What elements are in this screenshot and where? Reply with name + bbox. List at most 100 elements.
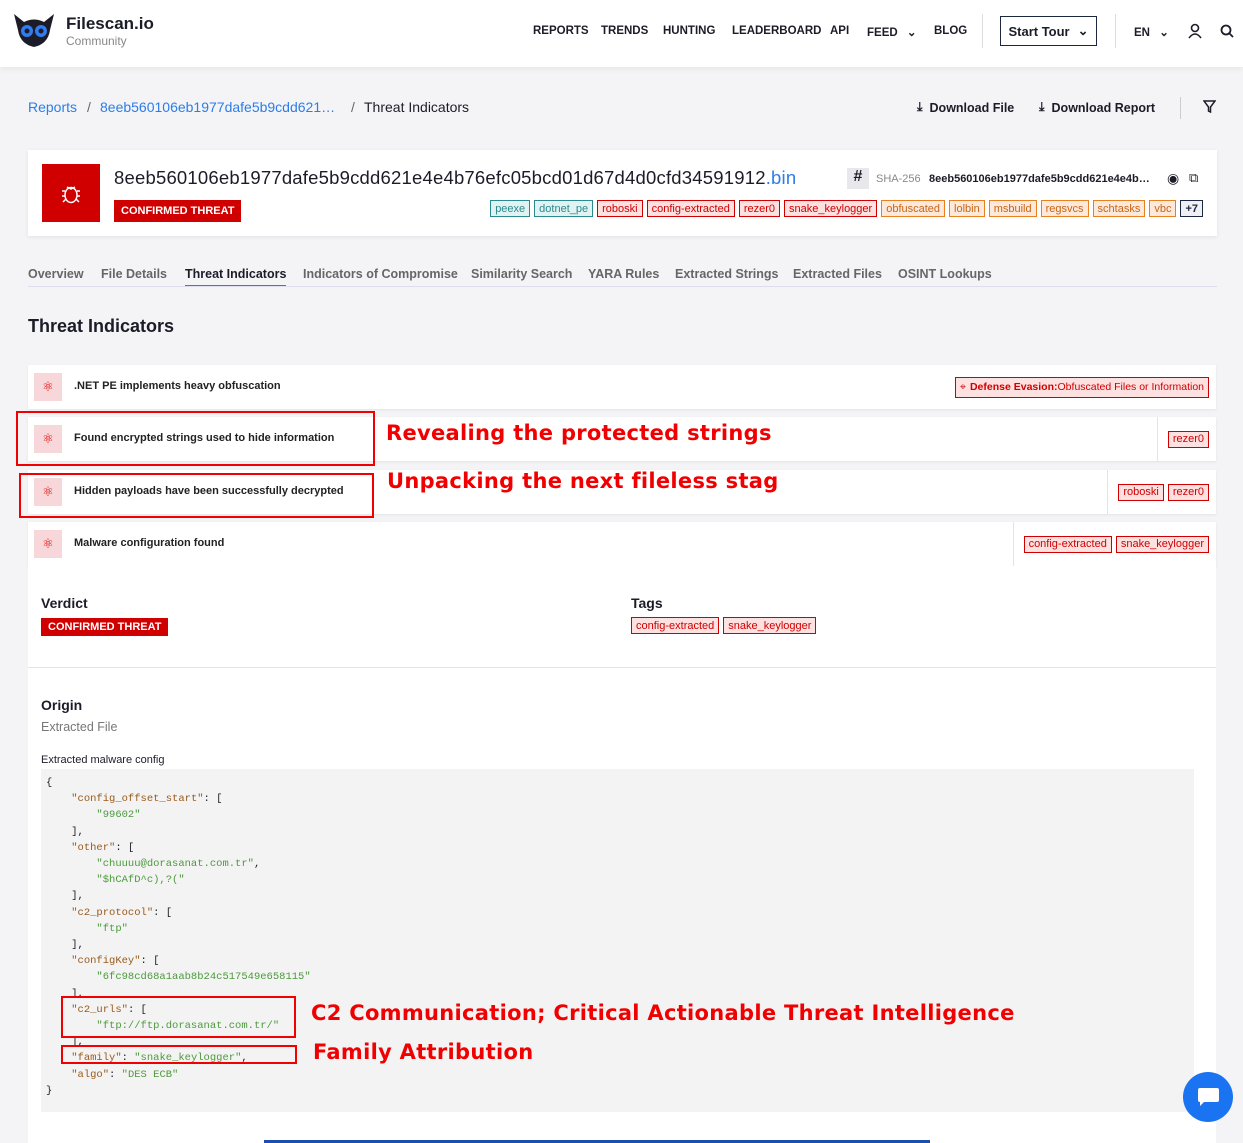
indicator-icon: ⚛	[34, 530, 62, 558]
breadcrumb-reports[interactable]: Reports	[28, 99, 77, 115]
chevron-down-icon: ⌄	[1159, 27, 1169, 39]
indicator-tags: roboski rezer0	[1107, 470, 1209, 514]
download-file-button[interactable]: ⤓ Download File	[917, 100, 1014, 115]
bug-icon	[42, 164, 100, 222]
code-line: "other": [	[71, 841, 135, 854]
divider	[28, 667, 1216, 668]
download-report-button[interactable]: ⤓ Download Report	[1039, 100, 1155, 115]
divider	[982, 14, 983, 48]
tag[interactable]: config-extracted	[631, 617, 720, 634]
code-line: ],	[46, 825, 84, 838]
tab-threat-indicators[interactable]: Threat Indicators	[185, 267, 287, 287]
nav-api[interactable]: API	[830, 25, 849, 37]
language-select[interactable]: EN ⌄	[1134, 25, 1169, 39]
annotation-text: C2 Communication; Critical Actionable Th…	[311, 1001, 1015, 1025]
sha-label: SHA-256	[876, 173, 921, 185]
file-tag[interactable]: vbc	[1149, 200, 1177, 217]
copy-icon[interactable]: ⧉	[1189, 170, 1198, 186]
tag[interactable]: rezer0	[1167, 483, 1209, 501]
file-tag[interactable]: dotnet_pe	[534, 200, 594, 217]
code-line: "$hCAfD^c),?("	[96, 874, 185, 887]
filter-icon[interactable]	[1203, 100, 1216, 113]
file-tag[interactable]: peexe	[490, 200, 531, 217]
breadcrumb-hash[interactable]: 8eeb560106eb1977dafe5b9cdd621…	[100, 99, 335, 115]
code-line: "algo": "DES ECB"	[71, 1068, 179, 1081]
file-tag[interactable]: +7	[1180, 200, 1203, 217]
file-tag[interactable]: obfuscated	[881, 200, 946, 217]
file-extension: .bin	[765, 167, 797, 188]
search-icon[interactable]	[1220, 24, 1234, 38]
user-icon[interactable]	[1187, 23, 1203, 39]
origin-value: Extracted File	[41, 720, 118, 734]
tab-yara-rules[interactable]: YARA Rules	[588, 267, 659, 281]
file-tag[interactable]: config-extracted	[646, 200, 735, 217]
code-line: "ftp"	[96, 922, 128, 935]
annotation-text: Revealing the protected strings	[386, 421, 772, 445]
origin-label: Origin	[41, 697, 83, 713]
download-icon: ⤓	[1039, 100, 1045, 114]
chevron-down-icon: ⌄	[1077, 23, 1089, 38]
language-label: EN	[1134, 27, 1150, 39]
file-tag[interactable]: regsvcs	[1040, 200, 1089, 217]
download-icon: ⤓	[917, 100, 923, 114]
nav-reports[interactable]: REPORTS	[533, 25, 589, 37]
tag[interactable]: config-extracted	[1023, 535, 1112, 553]
code-line: {	[46, 777, 53, 789]
nav-hunting[interactable]: HUNTING	[663, 25, 715, 37]
file-tag[interactable]: roboski	[597, 200, 643, 217]
start-tour-label: Start Tour	[1008, 23, 1070, 39]
tag[interactable]: snake_keylogger	[723, 617, 817, 634]
code-line: "6fc98cd68a1aab8b24c517549e658115"	[96, 971, 311, 984]
divider	[1180, 97, 1181, 119]
code-line: ],	[46, 939, 84, 952]
owl-logo-icon[interactable]	[12, 12, 56, 48]
indicator-row[interactable]: ⚛ Malware configuration found config-extra…	[28, 522, 1216, 566]
file-tag[interactable]: lolbin	[949, 200, 985, 217]
file-tag[interactable]: rezer0	[738, 200, 781, 217]
file-header-card: 8eeb560106eb1977dafe5b9cdd621e4e4b76efc0…	[28, 150, 1217, 236]
sha-value[interactable]: 8eeb560106eb1977dafe5b9cdd621e4e4b…	[929, 173, 1150, 185]
tag[interactable]: rezer0	[1167, 430, 1209, 448]
tag[interactable]: snake_keylogger	[1115, 535, 1209, 553]
nav-feed[interactable]: FEED ⌄	[867, 25, 917, 39]
file-tag[interactable]: schtasks	[1092, 200, 1146, 217]
breadcrumb-separator: /	[87, 99, 91, 115]
tab-extracted-files[interactable]: Extracted Files	[793, 267, 882, 281]
indicator-tags: rezer0	[1156, 417, 1209, 461]
annotation-box	[61, 996, 296, 1038]
mitre-tag[interactable]: ⌖ Defense Evasion: Obfuscated Files or In…	[955, 376, 1209, 398]
mitre-tactic: Defense Evasion:	[969, 381, 1058, 393]
breadcrumb-separator: /	[351, 99, 355, 115]
tag[interactable]: roboski	[1118, 483, 1164, 501]
tab-indicators-of-compromise[interactable]: Indicators of Compromise	[303, 267, 458, 281]
brand-name[interactable]: Filescan.io	[66, 14, 154, 34]
tab-extracted-strings[interactable]: Extracted Strings	[675, 267, 779, 281]
code-line: "c2_protocol": [	[71, 906, 173, 919]
chat-button[interactable]	[1183, 1072, 1233, 1122]
tab-file-details[interactable]: File Details	[101, 267, 167, 281]
annotation-text: Unpacking the next fileless stage	[387, 469, 777, 493]
tab-osint-lookups[interactable]: OSINT Lookups	[898, 267, 992, 281]
download-report-label: Download Report	[1051, 100, 1155, 115]
mitre-technique: Obfuscated Files or Information	[1057, 381, 1204, 393]
brand-subtitle: Community	[66, 34, 127, 48]
indicator-text: .NET PE implements heavy obfuscation	[74, 380, 281, 392]
code-line: "99602"	[96, 809, 141, 822]
nav-trends[interactable]: TRENDS	[601, 25, 648, 37]
config-label: Extracted malware config	[41, 754, 165, 766]
tabs-divider	[28, 286, 1217, 287]
code-line: "configKey": [	[71, 955, 160, 968]
nav-leaderboard[interactable]: LEADERBOARD	[732, 25, 821, 37]
file-tag[interactable]: snake_keylogger	[784, 200, 878, 217]
verdict-badge: CONFIRMED THREAT	[41, 618, 169, 636]
eye-icon[interactable]: ◉	[1167, 170, 1179, 187]
verdict-badge: CONFIRMED THREAT	[114, 200, 242, 222]
start-tour-button[interactable]: Start Tour ⌄	[1000, 16, 1097, 46]
indicator-row[interactable]: ⚛ .NET PE implements heavy obfuscation ⌖ De…	[28, 365, 1216, 409]
tab-overview[interactable]: Overview	[28, 267, 84, 281]
indicator-icon: ⚛	[34, 373, 62, 401]
file-tag[interactable]: msbuild	[988, 200, 1037, 217]
tab-similarity-search[interactable]: Similarity Search	[471, 267, 572, 281]
nav-blog[interactable]: BLOG	[934, 25, 967, 37]
section-title: Threat Indicators	[28, 316, 175, 336]
